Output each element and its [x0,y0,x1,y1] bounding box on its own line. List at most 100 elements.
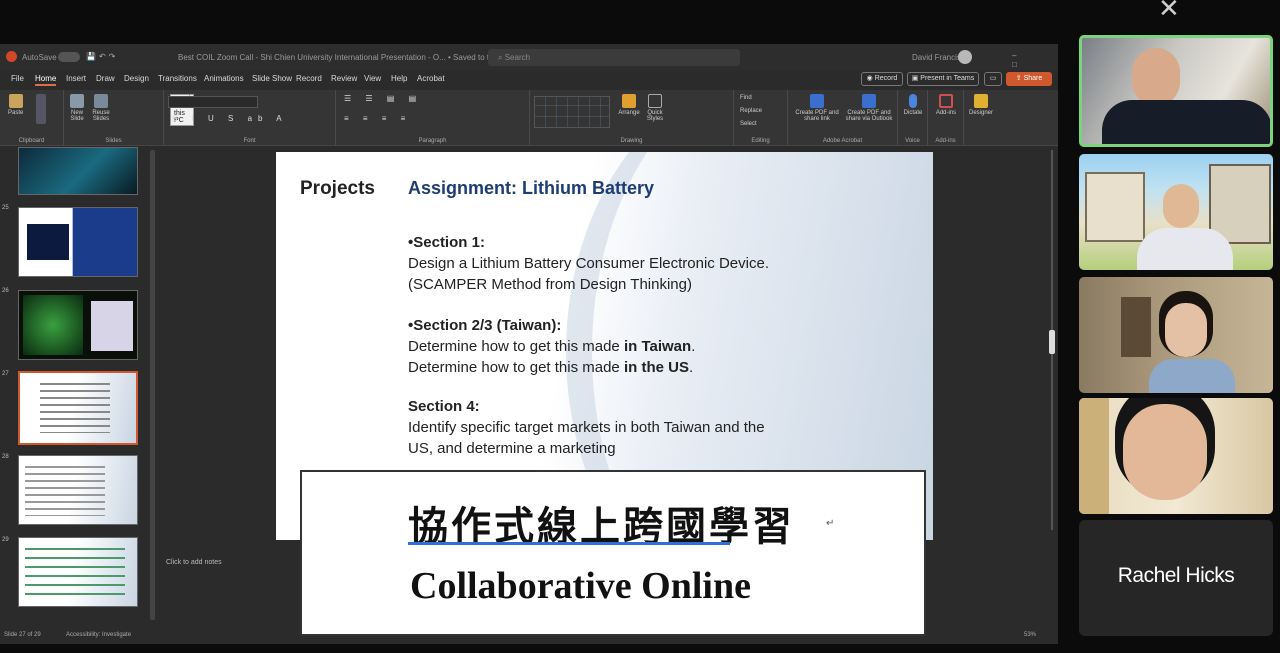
quick-access-icons[interactable]: 💾↶↷ [86,52,118,61]
acrobat-group: Create PDF and share link Create PDF and… [788,90,898,146]
create-pdf-outlook-button[interactable]: Create PDF and share via Outlook [844,94,894,122]
tab-insert[interactable]: Insert [66,74,86,83]
select-button[interactable]: Select [740,118,762,131]
tab-animations[interactable]: Animations [204,74,244,83]
reuse-slides-button[interactable]: Reuse Slides [90,94,112,122]
line-text: Determine how to get this made [408,338,624,355]
clipboard-group: Paste Clipboard [0,90,64,146]
present-in-teams-button[interactable]: ▣ Present in Teams [907,72,979,86]
line-bold-text: in Taiwan [623,338,692,355]
slide-scrollbar[interactable] [1049,150,1055,530]
line-text-end: . [691,338,696,355]
create-pdf-share-button[interactable]: Create PDF and share link [792,94,842,122]
present-label: Present in Teams [920,75,975,82]
thumbnail-number: 27 [2,371,9,377]
thumbnail-slide-26[interactable] [18,290,138,360]
section-2-3-heading: •Section 2/3 (Taiwan): [408,317,562,334]
thumbnail-number: 28 [2,454,9,460]
tab-record[interactable]: Record [296,74,322,83]
participant-video[interactable] [1079,398,1273,514]
list-buttons[interactable]: ☰ ☰ ▤ ▤ [344,94,422,103]
designer-label: Designer [968,110,993,116]
section-2-3-block: •Section 2/3 (Taiwan): Determine how to … [408,315,695,378]
thumbnail-slide-27[interactable] [18,371,138,445]
add-ins-button[interactable]: Add-ins [932,94,960,116]
quick-styles-button[interactable]: Quick Styles [642,94,668,122]
scissors-icon [36,94,46,124]
scrollbar-thumb[interactable] [1049,330,1055,354]
editing-group: Find Replace Select Editing [734,90,788,146]
participant-body [1149,359,1235,393]
designer-button[interactable]: Designer [966,94,996,116]
slide-projects-heading: Projects [300,178,375,199]
add-ins-label: Add-ins [935,110,957,116]
line-bold-text: in the US [623,359,689,376]
caption-english: Collaborative Online [410,565,751,607]
cut-copy-icons[interactable] [36,94,46,126]
editing-buttons[interactable]: Find Replace Select [740,92,762,131]
tab-home[interactable]: Home [35,74,57,86]
section-4-block: Section 4: Identify specific target mark… [408,396,765,459]
arrange-button[interactable]: Arrange [616,94,642,116]
thumbnail-slide-28[interactable] [18,455,138,525]
designer-icon [974,94,988,108]
thumbnail-slide-25[interactable] [18,207,138,277]
shapes-gallery[interactable] [534,96,610,128]
align-buttons[interactable]: ≡ ≡ ≡ ≡ [344,114,411,123]
tab-help[interactable]: Help [391,74,407,83]
caption-overlay: 協作式線上跨國學習 ↵ Collaborative Online [300,470,926,636]
font-format-buttons[interactable]: B I U S ab A [172,114,288,123]
find-button[interactable]: Find [740,92,762,105]
line-text: Determine how to get this made [408,359,624,376]
thumbnail-text-lines [25,548,125,598]
paste-button[interactable]: Paste [8,94,23,116]
participant-video[interactable] [1079,277,1273,393]
slide-counter: Slide 27 of 29 [4,632,41,638]
zoom-meeting-window: ✕ AutoSave 💾↶↷ Best COIL Zoom Call - Shi… [0,0,1280,653]
accessibility-status[interactable]: Accessibility: Investigate [66,632,131,638]
tab-draw[interactable]: Draw [96,74,115,83]
section-4-heading: Section 4: [408,398,480,415]
return-mark-icon: ↵ [826,518,835,529]
close-icon[interactable]: ✕ [1158,0,1180,24]
thumbnail-slide-29[interactable] [18,537,138,607]
tab-transitions[interactable]: Transitions [158,74,197,83]
slide-title: Assignment: Lithium Battery [408,178,655,198]
font-group-label: Font [243,138,256,144]
tab-design[interactable]: Design [124,74,149,83]
autosave-label: AutoSave [22,53,57,62]
caption-underline [408,542,730,545]
replace-button[interactable]: Replace [740,105,762,118]
search-input[interactable]: ⌕ Search [488,49,740,66]
section-1-line-2: (SCAMPER Method from Design Thinking) [408,276,692,293]
thumbnail-slide-24[interactable] [18,147,138,195]
autosave-toggle[interactable] [58,52,80,62]
participant-video[interactable] [1079,154,1273,270]
share-button[interactable]: ⇪ Share [1006,72,1052,86]
background-curtain [1079,398,1109,514]
participant-tile-no-video[interactable]: Rachel Hicks [1079,520,1273,636]
slides-group: New Slide Reuse Slides Send to this PC S… [64,90,195,146]
participant-video-active-speaker[interactable] [1079,35,1273,147]
powerpoint-logo-icon [6,51,17,62]
record-button[interactable]: ◉ Record [861,72,903,86]
zoom-level[interactable]: 53% [1024,632,1036,638]
new-slide-button[interactable]: New Slide [66,94,88,122]
paragraph-group-label: Paragraph [418,138,447,144]
avatar[interactable] [958,50,972,64]
dictate-button[interactable]: Dictate [900,94,926,116]
tab-view[interactable]: View [364,74,381,83]
thumbnail-image [27,224,69,260]
tab-acrobat[interactable]: Acrobat [417,74,445,83]
slides-group-label: Slides [105,138,122,144]
participant-face [1132,48,1180,106]
participant-face [1123,404,1207,500]
font-name-dropdown[interactable] [168,96,258,108]
thumbnail-scrollbar[interactable] [150,150,155,620]
camera-button[interactable]: ▭ [984,72,1002,86]
thumbnail-number: 25 [2,205,9,211]
section-1-heading: •Section 1: [408,234,485,251]
tab-file[interactable]: File [11,74,24,83]
tab-review[interactable]: Review [331,74,357,83]
tab-slide-show[interactable]: Slide Show [252,74,292,83]
